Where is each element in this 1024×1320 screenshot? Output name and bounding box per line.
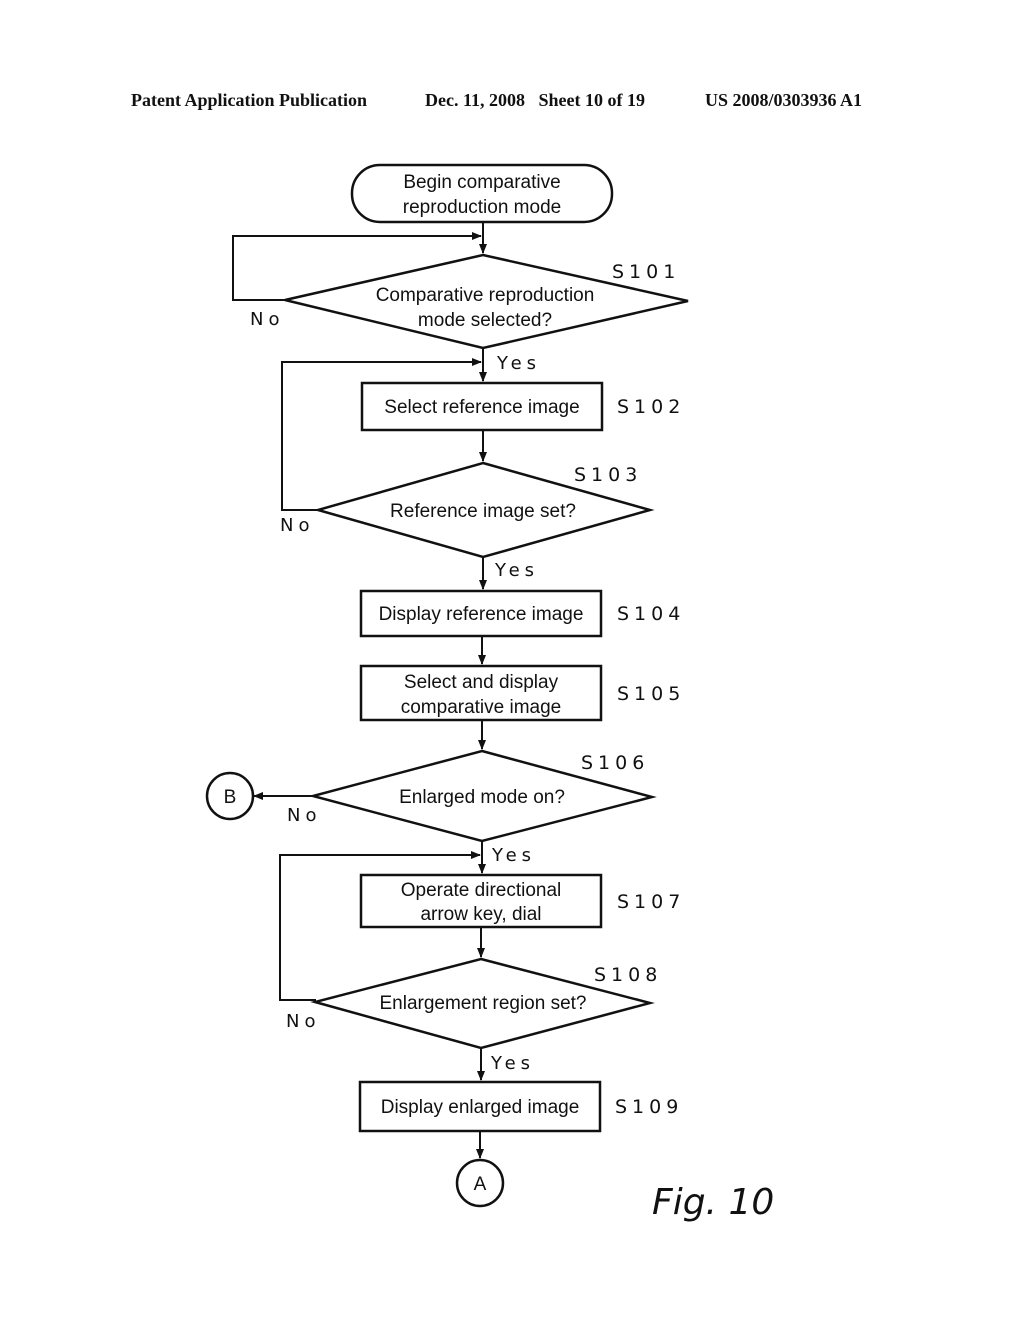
s104-line1: Display reference image — [379, 604, 584, 625]
s106-line1: Enlarged mode on? — [399, 787, 565, 808]
s107-id: S107 — [617, 891, 685, 913]
process-s109: Display enlarged image S109 — [358, 1080, 683, 1133]
flowchart: Begin comparative reproduction mode Comp… — [205, 163, 774, 1223]
figure-label: Fig. 10 — [652, 1182, 774, 1223]
s101-yes-label: Yes — [496, 353, 541, 374]
s107-line2: arrow key, dial — [420, 904, 541, 925]
s103-line1: Reference image set? — [390, 501, 576, 522]
s104-id: S104 — [617, 603, 685, 625]
process-s102: Select reference image S102 — [360, 381, 685, 432]
s109-id: S109 — [615, 1096, 683, 1118]
decision-s106: Enlarged mode on? S106 No Yes — [287, 749, 657, 866]
s101-line2: mode selected? — [418, 310, 552, 331]
s106-id: S106 — [581, 752, 649, 774]
connector-b-label: B — [224, 787, 237, 808]
s108-no-label: No — [286, 1011, 320, 1032]
decision-s108: Enlargement region set? S108 No Yes — [286, 957, 662, 1074]
s103-yes-label: Yes — [494, 560, 539, 581]
s102-id: S102 — [617, 396, 685, 418]
s101-no-label: No — [250, 309, 284, 330]
connector-a: A — [455, 1158, 505, 1208]
start-line1: Begin comparative — [403, 172, 560, 193]
s103-id: S103 — [574, 464, 642, 486]
s106-yes-label: Yes — [491, 845, 536, 866]
s103-no-label: No — [280, 515, 314, 536]
process-s107: Operate directional arrow key, dial S107 — [359, 873, 685, 929]
s109-line1: Display enlarged image — [381, 1097, 580, 1118]
start-line2: reproduction mode — [403, 197, 561, 218]
s105-line2: comparative image — [401, 697, 562, 718]
s105-id: S105 — [617, 683, 685, 705]
connector-a-label: A — [474, 1174, 487, 1195]
connector-b: B — [205, 771, 255, 821]
s108-yes-label: Yes — [490, 1053, 535, 1074]
s106-no-label: No — [287, 805, 321, 826]
s101-id: S101 — [612, 261, 680, 283]
s107-line1: Operate directional — [401, 880, 562, 901]
start-terminal: Begin comparative reproduction mode — [350, 163, 614, 224]
decision-s101: Comparative reproduction mode selected? … — [250, 253, 689, 374]
s101-line1: Comparative reproduction — [376, 285, 595, 306]
process-s104: Display reference image S104 — [359, 589, 685, 638]
s108-id: S108 — [594, 964, 662, 986]
decision-s103: Reference image set? S103 No Yes — [280, 461, 655, 581]
process-s105: Select and display comparative image S10… — [359, 664, 685, 722]
s108-line1: Enlargement region set? — [379, 993, 586, 1014]
s102-line1: Select reference image — [384, 397, 579, 418]
s105-line1: Select and display — [404, 672, 559, 693]
